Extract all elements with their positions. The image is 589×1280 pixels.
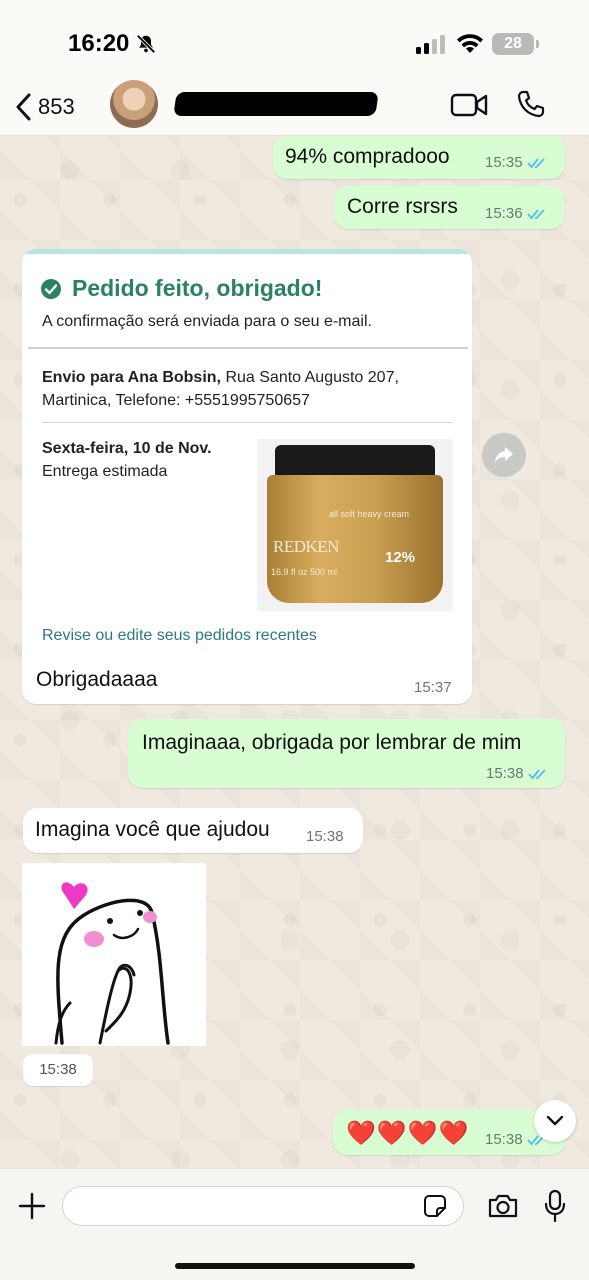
camera-icon[interactable] [487,1193,519,1219]
double-check-icon [526,208,545,219]
shipping-label: Envio para Ana Bobsin, [42,369,221,386]
message-bubble-outgoing[interactable]: 94% compradooo 15:35 [273,136,565,179]
message-time: 15:36 [485,205,523,222]
divider [28,347,468,349]
order-title-row: Pedido feito, obrigado! [40,275,322,302]
message-input[interactable] [62,1186,464,1226]
forward-button[interactable] [482,433,526,477]
message-text: Imaginaaa, obrigada por lembrar de mim [142,731,522,754]
double-check-icon [527,768,546,779]
message-time: 15:38 [23,1054,93,1086]
check-circle-icon [41,278,61,299]
message-time: 15:37 [414,679,452,696]
delivery-estimate-label: Entrega estimada [42,463,168,480]
flork-sticker-drawing [54,882,170,1045]
product-size: 16.9 fl oz 500 ml [271,567,338,577]
message-bubble-outgoing[interactable]: ❤️❤️❤️❤️ 15:38 [333,1110,565,1155]
order-subtitle: A confirmação será enviada para o seu e-… [42,313,372,330]
order-confirmation-card[interactable]: Pedido feito, obrigado! A confirmação se… [22,249,472,704]
message-time: 15:35 [485,154,523,171]
message-time: 15:38 [306,828,344,845]
message-meta: 15:36 [485,205,547,222]
message-text: Imagina você que ajudou [35,818,270,841]
shipping-info: Envio para Ana Bobsin, Rua Santo Augusto… [42,366,442,412]
back-button[interactable]: 853 [14,90,75,124]
message-bubble-outgoing[interactable]: Imaginaaa, obrigada por lembrar de mim 1… [128,719,565,788]
sticker-icon[interactable] [423,1194,447,1218]
chevron-left-icon [16,93,31,121]
chevron-down-icon [546,1115,564,1126]
card-accent-bar [22,249,472,254]
bell-slash-icon [136,34,156,54]
message-text: Obrigadaaaa [36,668,158,691]
plus-icon[interactable] [17,1191,47,1221]
divider [42,422,452,423]
jar-lid [275,445,435,477]
message-time: 15:38 [486,765,524,782]
contact-name-redacted[interactable] [173,92,379,116]
message-meta: 15:35 [485,154,547,171]
message-composer [0,1168,589,1280]
message-bubble-outgoing[interactable]: Corre rsrsrs 15:36 [334,186,565,229]
cellular-signal-icon [416,35,445,54]
order-title: Pedido feito, obrigado! [72,275,323,301]
product-line: all soft heavy cream [329,509,410,519]
status-time: 16:20 [68,30,130,57]
message-text: 94% compradooo [285,145,450,168]
product-image[interactable]: REDKEN all soft heavy cream 16.9 fl oz 5… [257,439,453,611]
sticker-image[interactable] [22,863,206,1046]
phone-icon[interactable] [516,89,546,119]
avatar[interactable] [110,80,158,128]
product-brand: REDKEN [273,537,339,556]
status-bar: 16:20 28 [0,0,589,80]
message-text: Corre rsrsrs [347,195,458,218]
forward-arrow-icon [495,447,513,463]
wifi-icon [457,34,483,53]
chat-header: 853 [0,80,589,136]
message-time: 15:38 [485,1131,523,1148]
home-indicator [175,1263,415,1269]
product-percent: 12% [385,549,416,566]
jar-body: REDKEN all soft heavy cream 16.9 fl oz 5… [267,475,443,603]
scroll-to-bottom-button[interactable] [534,1100,576,1142]
review-orders-link[interactable]: Revise ou edite seus pedidos recentes [42,627,317,645]
unread-count: 853 [38,94,75,119]
video-call-icon[interactable] [450,92,488,118]
message-meta: 15:38 [486,765,548,782]
microphone-icon[interactable] [543,1189,567,1223]
delivery-date: Sexta-feira, 10 de Nov. [42,440,212,457]
double-check-icon [526,157,545,168]
message-text: ❤️❤️❤️❤️ [346,1120,470,1147]
message-bubble-incoming[interactable]: Imagina você que ajudou 15:38 [23,808,363,853]
battery-indicator: 28 [492,33,539,55]
